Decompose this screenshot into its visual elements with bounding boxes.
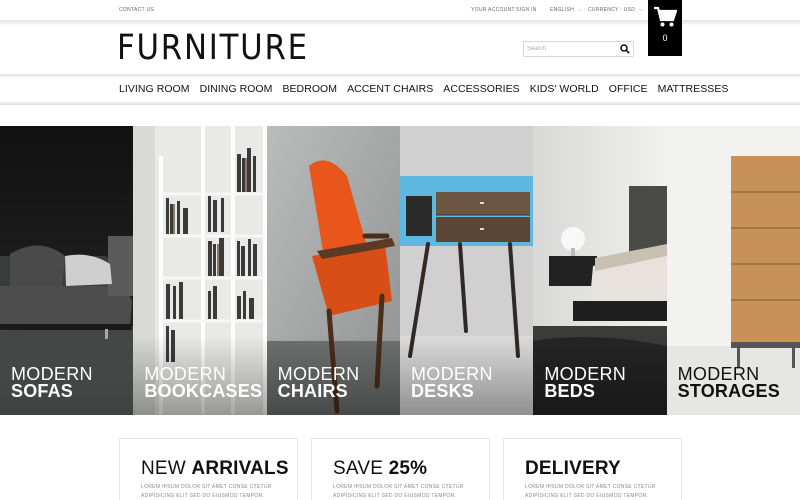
sign-in-link[interactable]: SIGN IN bbox=[516, 7, 537, 13]
search-input[interactable] bbox=[527, 43, 617, 55]
chevron-down-icon: ⌵ bbox=[578, 7, 583, 13]
banner-caption: MODERN BOOKCASES bbox=[144, 365, 263, 401]
banner-caption: MODERN SOFAS bbox=[11, 365, 93, 401]
cart-count: 0 bbox=[662, 33, 668, 43]
currency-selector[interactable]: CURRENCY : USD ⌵ bbox=[588, 7, 643, 13]
nav-item-accessories[interactable]: ACCESSORIES bbox=[443, 83, 519, 97]
nav-item-dining-room[interactable]: DINING ROOM bbox=[200, 83, 273, 97]
promo-title: NEW ARRIVALS bbox=[141, 458, 289, 480]
promo-delivery[interactable]: DELIVERY LOREM IPSUM DOLOR SIT AMET CONS… bbox=[503, 438, 682, 500]
chevron-down-icon: ⌵ bbox=[639, 7, 644, 13]
promo-description: LOREM IPSUM DOLOR SIT AMET CONSE CTETUR … bbox=[525, 484, 656, 499]
banner-caption: MODERN DESKS bbox=[410, 365, 493, 401]
banner-line2: DESKS bbox=[410, 381, 474, 401]
category-banners: MODERN SOFAS MODERN BOOKCASES MODERN CHA… bbox=[0, 126, 800, 415]
promo-title: DELIVERY bbox=[525, 458, 621, 480]
banner-line2: CHAIRS bbox=[277, 381, 348, 401]
promo-title-thin: NEW bbox=[141, 458, 192, 479]
promo-new-arrivals[interactable]: NEW ARRIVALS LOREM IPSUM DOLOR SIT AMET … bbox=[119, 438, 298, 500]
promo-save[interactable]: SAVE 25% LOREM IPSUM DOLOR SIT AMET CONS… bbox=[311, 438, 490, 500]
banner-bookcases[interactable]: MODERN BOOKCASES bbox=[133, 126, 267, 415]
contact-us-link[interactable]: CONTACT US bbox=[119, 7, 154, 13]
your-account-link[interactable]: YOUR ACCOUNT bbox=[471, 7, 515, 13]
nav-item-mattresses[interactable]: MATTRESSES bbox=[658, 83, 729, 97]
language-value: ENGLISH bbox=[550, 7, 575, 13]
banner-line2: SOFAS bbox=[11, 381, 74, 401]
banner-chairs[interactable]: MODERN CHAIRS bbox=[266, 126, 400, 415]
nav-item-living-room[interactable]: LIVING ROOM bbox=[119, 83, 190, 97]
promo-title: SAVE 25% bbox=[333, 458, 427, 480]
main-nav: LIVING ROOM DINING ROOM BEDROOM ACCENT C… bbox=[119, 83, 738, 97]
promo-title-thin: SAVE bbox=[333, 458, 389, 479]
promo-title-bold: ARRIVALS bbox=[191, 458, 289, 479]
site-logo[interactable]: FURNITURE bbox=[117, 30, 309, 66]
nav-item-kids-world[interactable]: KIDS' WORLD bbox=[530, 83, 599, 97]
promo-description: LOREM IPSUM DOLOR SIT AMET CONSE CTETUR … bbox=[141, 484, 272, 499]
banner-line2: BOOKCASES bbox=[144, 381, 263, 401]
banner-caption: MODERN CHAIRS bbox=[277, 365, 360, 401]
language-selector[interactable]: ENGLISH ⌵ bbox=[550, 7, 582, 13]
nav-item-accent-chairs[interactable]: ACCENT CHAIRS bbox=[347, 83, 433, 97]
banner-beds[interactable]: MODERN BEDS bbox=[533, 126, 667, 415]
banner-sofas[interactable]: MODERN SOFAS bbox=[0, 126, 134, 415]
nav-divider-bottom bbox=[0, 101, 800, 105]
banner-caption: MODERN BEDS bbox=[544, 365, 626, 401]
promo-title-bold: 25% bbox=[388, 458, 428, 479]
search-box bbox=[523, 41, 634, 57]
promo-description: LOREM IPSUM DOLOR SIT AMET CONSE CTETUR … bbox=[333, 484, 464, 499]
nav-divider-top bbox=[0, 74, 800, 78]
banner-desks[interactable]: MODERN DESKS bbox=[399, 126, 534, 415]
cart-button[interactable]: 0 bbox=[648, 0, 682, 56]
banner-storages[interactable]: MODERN STORAGES bbox=[666, 126, 800, 415]
currency-value: CURRENCY : USD bbox=[588, 7, 636, 13]
search-icon[interactable] bbox=[620, 44, 630, 54]
nav-item-office[interactable]: OFFICE bbox=[609, 83, 648, 97]
banner-line2: STORAGES bbox=[677, 381, 780, 401]
banner-line2: BEDS bbox=[544, 381, 596, 401]
promo-title-bold: DELIVERY bbox=[525, 458, 621, 479]
banner-caption: MODERN STORAGES bbox=[677, 365, 780, 401]
shopping-cart-icon bbox=[654, 6, 677, 27]
nav-item-bedroom[interactable]: BEDROOM bbox=[282, 83, 337, 97]
